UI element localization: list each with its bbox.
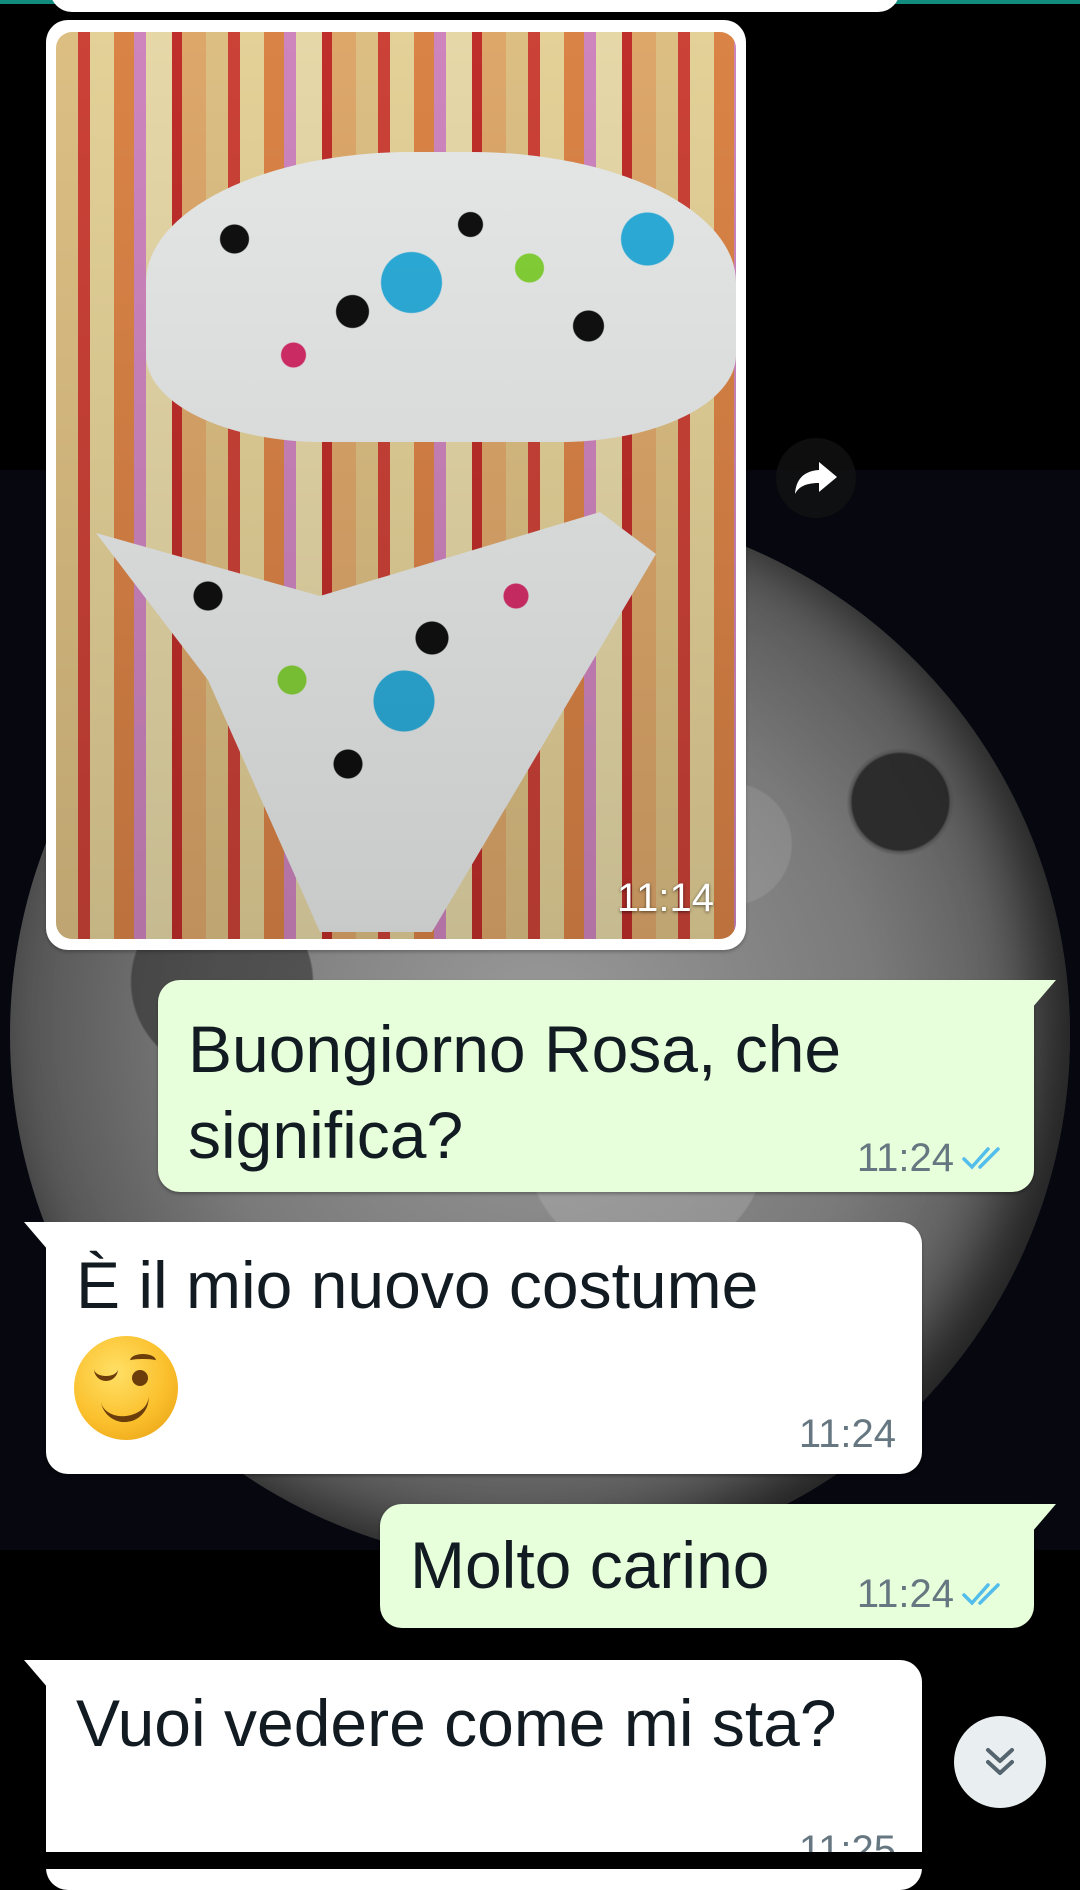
message-meta: 11:24 [857,1574,1008,1614]
previous-message-bubble[interactable] [50,0,900,12]
image-message-bubble[interactable]: 11:14 [46,20,746,950]
forward-button[interactable] [776,438,856,518]
bottom-edge [0,1852,1080,1869]
message-text: Molto carino [410,1528,770,1602]
double-check-icon [962,1583,1000,1606]
message-text: È il mio nuovo costume [76,1248,759,1322]
message-timestamp: 11:24 [856,1136,954,1180]
incoming-message[interactable]: È il mio nuovo costume 11:24 [24,1222,922,1474]
winking-face-icon [74,1336,178,1440]
message-timestamp: 11:24 [856,1572,954,1616]
message-meta: 11:24 [799,1414,896,1454]
message-text: Vuoi vedere come mi sta? [76,1686,837,1760]
image-timestamp: 11:14 [616,876,714,920]
message-timestamp: 11:24 [798,1412,896,1456]
message-meta: 11:24 [857,1138,1008,1178]
scroll-to-bottom-button[interactable] [954,1716,1046,1808]
double-check-icon [962,1147,1000,1170]
double-chevron-down-icon [986,1748,1014,1775]
forward-arrow-icon [795,462,837,494]
bikini-photo[interactable]: 11:14 [56,32,736,939]
outgoing-message[interactable]: Buongiorno Rosa, che significa? 11:24 [158,980,1056,1192]
outgoing-message[interactable]: Molto carino 11:24 [380,1504,1056,1628]
